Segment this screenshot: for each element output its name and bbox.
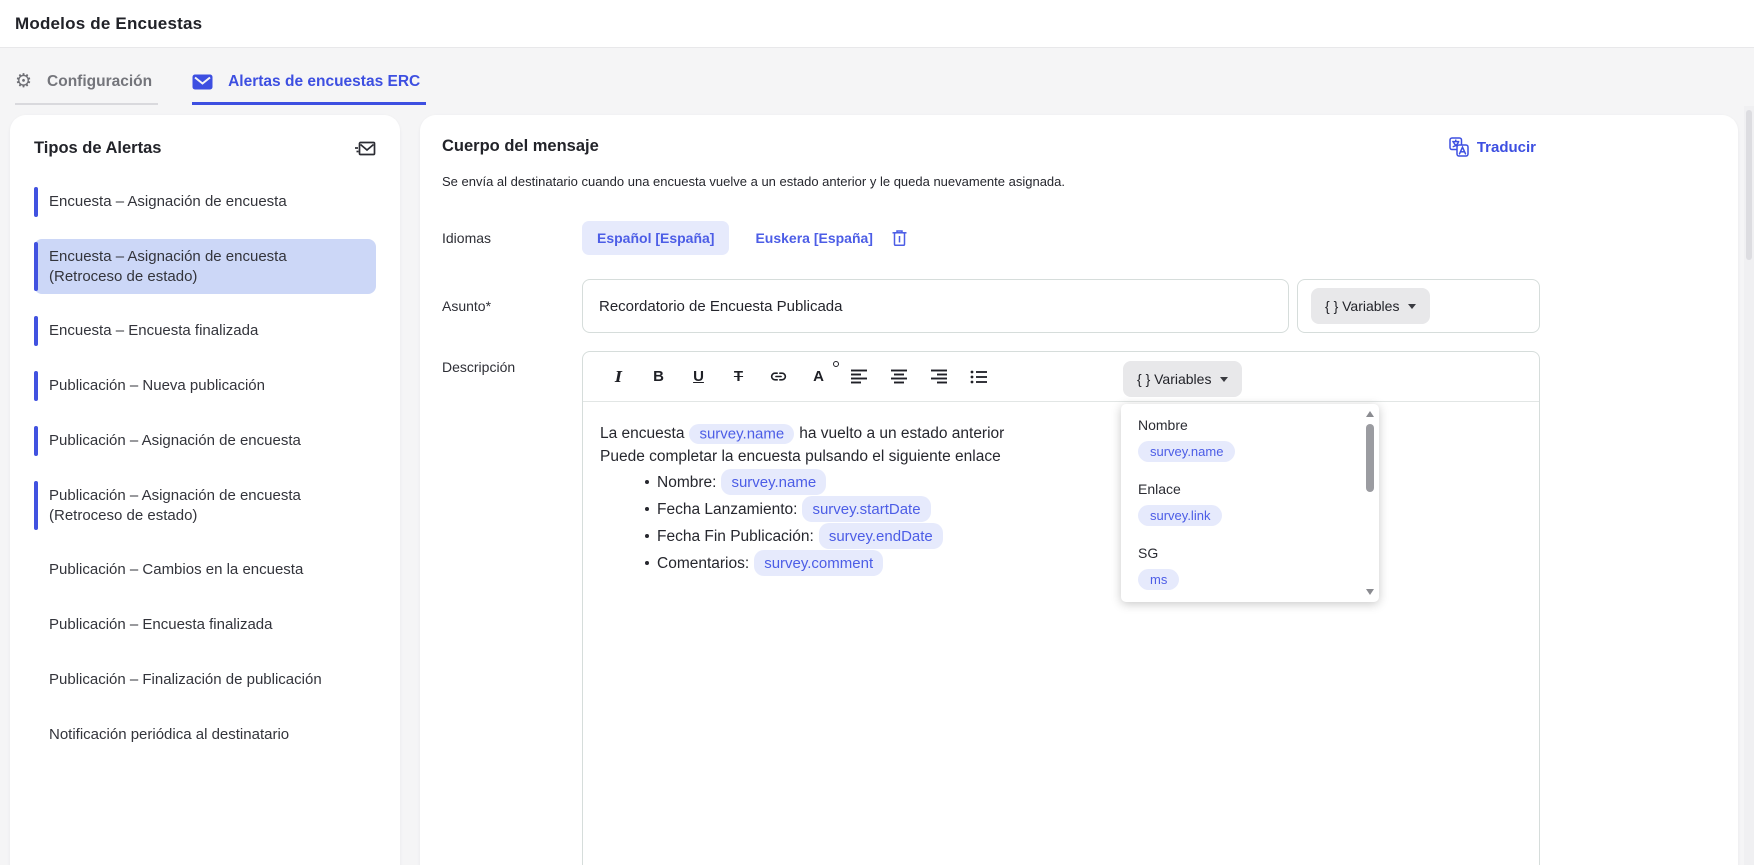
- delete-language-icon[interactable]: [891, 229, 908, 247]
- alert-type-list: Encuesta – Asignación de encuesta Encues…: [34, 184, 376, 753]
- variable-chip[interactable]: survey.name: [689, 424, 794, 444]
- translate-label: Traducir: [1477, 139, 1536, 156]
- alert-item-encuesta-finalizada[interactable]: Encuesta – Encuesta finalizada: [34, 313, 376, 349]
- active-indicator-bar: [34, 371, 38, 401]
- scrollbar-thumb[interactable]: [1366, 424, 1374, 492]
- alert-item-cambios-encuesta[interactable]: Publicación – Cambios en la encuesta: [34, 552, 376, 588]
- chevron-down-icon: [1408, 304, 1416, 309]
- page-header: Modelos de Encuestas: [0, 0, 1754, 48]
- alert-item-encuesta-asignacion-retroceso[interactable]: Encuesta – Asignación de encuesta (Retro…: [34, 239, 376, 295]
- bold-icon[interactable]: B: [643, 362, 674, 392]
- variable-group-label: SG: [1138, 545, 1349, 561]
- align-center-icon[interactable]: [883, 362, 914, 392]
- variable-group-label: Nombre: [1138, 417, 1349, 433]
- editor-content[interactable]: La encuestasurvey.nameha vuelto a un est…: [583, 402, 1539, 576]
- active-indicator-bar: [34, 187, 38, 217]
- align-right-icon[interactable]: [923, 362, 954, 392]
- subject-input[interactable]: [582, 279, 1289, 333]
- link-icon[interactable]: [763, 362, 794, 392]
- strikethrough-icon[interactable]: T: [723, 362, 754, 392]
- bullet-dot: [645, 507, 649, 511]
- descripcion-label: Descripción: [442, 351, 582, 375]
- editor-line: La encuestasurvey.nameha vuelto a un est…: [600, 422, 1519, 445]
- scroll-down-icon[interactable]: [1366, 589, 1374, 595]
- variable-chip[interactable]: survey.startDate: [802, 496, 930, 522]
- idiomas-label: Idiomas: [442, 230, 582, 246]
- active-indicator-bar: [34, 481, 38, 531]
- variable-chip[interactable]: survey.name: [721, 469, 826, 495]
- alert-item-encuesta-asignacion[interactable]: Encuesta – Asignación de encuesta: [34, 184, 376, 220]
- alert-item-publicacion-asignacion[interactable]: Publicación – Asignación de encuesta: [34, 423, 376, 459]
- tab-configuracion[interactable]: ⚙ Configuración: [15, 72, 158, 105]
- underline-icon[interactable]: U: [683, 362, 714, 392]
- rich-text-editor: I B U T A: [582, 351, 1540, 865]
- message-body-panel: Cuerpo del mensaje Traducir: [420, 115, 1738, 865]
- variable-group-label: Enlace: [1138, 481, 1349, 497]
- alert-item-publicacion-encuesta-finalizada[interactable]: Publicación – Encuesta finalizada: [34, 607, 376, 643]
- bullet-dot: [645, 534, 649, 538]
- editor-bullet: Fecha Lanzamiento: survey.startDate: [600, 496, 1519, 522]
- language-chip-espanol[interactable]: Español [España]: [582, 221, 729, 255]
- align-left-icon[interactable]: [843, 362, 874, 392]
- italic-icon[interactable]: I: [603, 362, 634, 392]
- content-area: Tipos de Alertas Encuesta – Asignación d…: [0, 105, 1754, 865]
- editor-variables-button[interactable]: { } Variables: [1123, 361, 1242, 397]
- font-color-icon[interactable]: A: [803, 362, 834, 392]
- variable-option[interactable]: ms: [1138, 569, 1179, 590]
- tab-bar: ⚙ Configuración Alertas de encuestas ERC: [0, 48, 1754, 105]
- variables-dropdown: Nombre survey.name Enlace survey.link SG…: [1121, 404, 1379, 602]
- panel-title: Cuerpo del mensaje: [442, 137, 599, 156]
- active-indicator-bar: [34, 242, 38, 292]
- editor-bullet: Fecha Fin Publicación: survey.endDate: [600, 523, 1519, 549]
- bullet-dot: [645, 561, 649, 565]
- asunto-label: Asunto*: [442, 298, 582, 314]
- editor-line: Puede completar la encuesta pulsando el …: [600, 445, 1519, 468]
- bullet-list-icon[interactable]: [963, 362, 994, 392]
- editor-toolbar: I B U T A: [583, 352, 1539, 402]
- alert-item-publicacion-asignacion-retroceso[interactable]: Publicación – Asignación de encuesta (Re…: [34, 478, 376, 534]
- tab-alertas-erc[interactable]: Alertas de encuestas ERC: [192, 73, 426, 105]
- alert-item-nueva-publicacion[interactable]: Publicación – Nueva publicación: [34, 368, 376, 404]
- page-scrollbar[interactable]: [1744, 106, 1754, 865]
- alert-types-panel: Tipos de Alertas Encuesta – Asignación d…: [10, 115, 400, 865]
- variable-option[interactable]: survey.link: [1138, 505, 1222, 526]
- variable-chip[interactable]: survey.comment: [754, 550, 883, 576]
- variable-option[interactable]: survey.name: [1138, 441, 1235, 462]
- active-indicator-bar: [34, 426, 38, 456]
- subject-variables-box: { } Variables: [1297, 279, 1540, 333]
- bullet-dot: [645, 480, 649, 484]
- alert-types-title: Tipos de Alertas: [34, 139, 161, 158]
- tab-alertas-erc-label: Alertas de encuestas ERC: [228, 73, 420, 91]
- active-indicator-bar: [34, 316, 38, 346]
- tab-configuracion-label: Configuración: [47, 73, 152, 91]
- gear-icon: ⚙: [15, 72, 32, 91]
- alert-item-notificacion-periodica[interactable]: Notificación periódica al destinatario: [34, 717, 376, 753]
- scroll-up-icon[interactable]: [1366, 411, 1374, 417]
- editor-bullet: Comentarios: survey.comment: [600, 550, 1519, 576]
- translate-button[interactable]: Traducir: [1449, 137, 1536, 157]
- translate-icon: [1449, 137, 1469, 157]
- chevron-down-icon: [1220, 377, 1228, 382]
- page-scrollbar-thumb[interactable]: [1746, 110, 1752, 260]
- subject-variables-button[interactable]: { } Variables: [1311, 288, 1430, 324]
- envelope-icon: [192, 74, 213, 90]
- send-mail-icon[interactable]: [354, 140, 376, 158]
- language-chip-euskera[interactable]: Euskera [España]: [755, 230, 873, 246]
- variable-chip[interactable]: survey.endDate: [819, 523, 943, 549]
- page-title: Modelos de Encuestas: [15, 14, 202, 34]
- alert-description: Se envía al destinatario cuando una encu…: [442, 174, 1714, 189]
- dropdown-scrollbar[interactable]: [1364, 408, 1376, 598]
- editor-bullet: Nombre: survey.name: [600, 469, 1519, 495]
- alert-item-finalizacion-publicacion[interactable]: Publicación – Finalización de publicació…: [34, 662, 376, 698]
